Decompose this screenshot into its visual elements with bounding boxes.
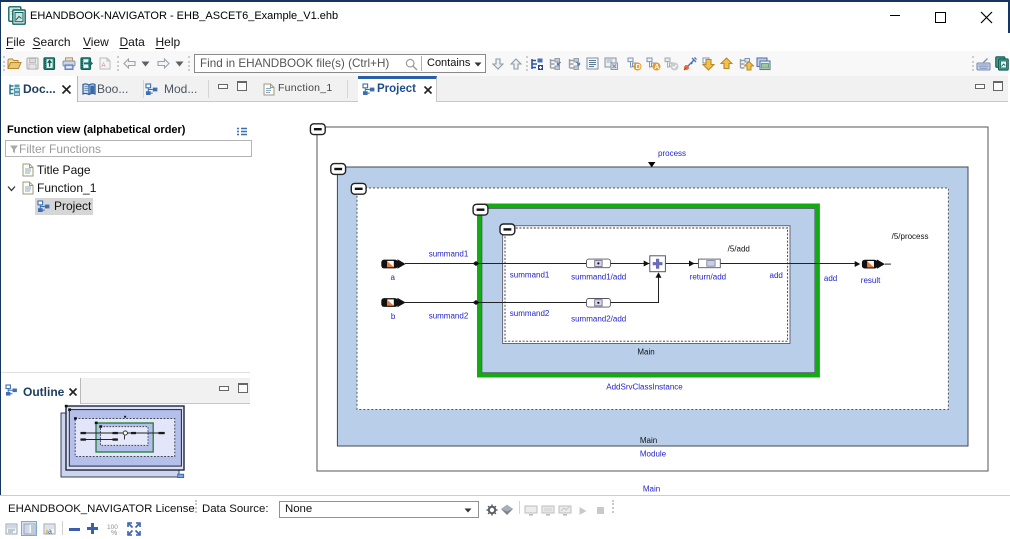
- svg-text:A: A: [102, 63, 106, 69]
- svg-text:add: add: [824, 274, 837, 283]
- svg-text:result: result: [861, 276, 881, 285]
- svg-text:a: a: [391, 273, 396, 282]
- svg-text:summand2: summand2: [429, 311, 469, 320]
- svg-text:%: %: [111, 530, 117, 535]
- svg-text:/5/add: /5/add: [728, 244, 750, 253]
- svg-text:summand2: summand2: [510, 309, 550, 318]
- svg-text:summand2/add: summand2/add: [571, 314, 626, 323]
- svg-text:summand1: summand1: [429, 249, 469, 258]
- svg-text:b: b: [391, 312, 396, 321]
- svg-text:Main: Main: [637, 347, 654, 356]
- svg-text:Main: Main: [640, 436, 657, 445]
- svg-text:Module: Module: [640, 450, 667, 459]
- svg-text:process: process: [658, 149, 686, 158]
- svg-text:/5/process: /5/process: [892, 232, 929, 241]
- svg-text:return/add: return/add: [690, 272, 726, 281]
- svg-text:summand1/add: summand1/add: [571, 272, 626, 281]
- svg-text:a: a: [48, 529, 52, 536]
- svg-text:D: D: [636, 64, 641, 71]
- svg-text:Main: Main: [643, 485, 660, 494]
- svg-text:AddSrvClassInstance: AddSrvClassInstance: [606, 383, 683, 392]
- svg-text:add: add: [770, 271, 783, 280]
- svg-text:summand1: summand1: [510, 270, 550, 279]
- svg-text:A: A: [654, 64, 659, 71]
